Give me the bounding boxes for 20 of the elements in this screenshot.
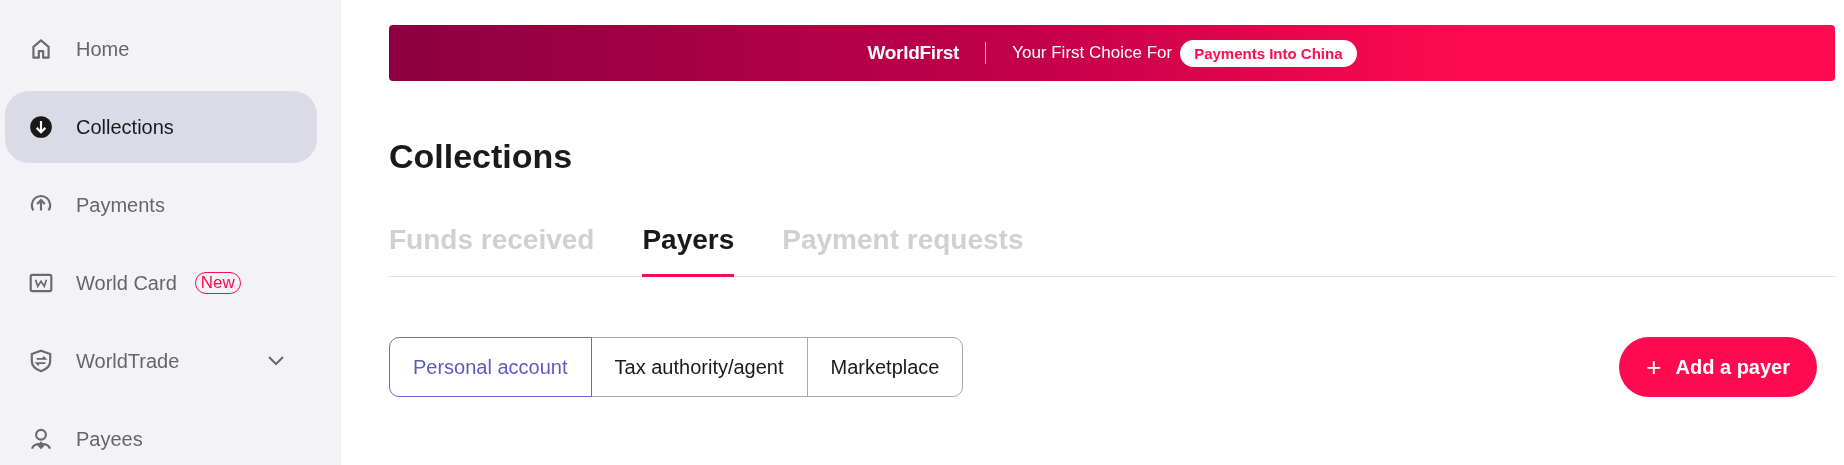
person-icon bbox=[28, 426, 54, 452]
banner-pill: Payments Into China bbox=[1180, 39, 1357, 67]
segment-option[interactable]: Personal account bbox=[389, 337, 592, 397]
sidebar-item[interactable]: Collections bbox=[5, 91, 317, 163]
banner-tagline: Your First Choice For bbox=[1012, 43, 1173, 63]
sidebar-item[interactable]: World Card New bbox=[5, 247, 317, 319]
download-circle-icon bbox=[28, 114, 54, 140]
sidebar-item[interactable]: WorldTrade bbox=[5, 325, 317, 397]
shield-icon bbox=[28, 348, 54, 374]
segment-option[interactable]: Marketplace bbox=[806, 337, 964, 397]
segment-option[interactable]: Tax authority/agent bbox=[590, 337, 808, 397]
logo: WorldFirst bbox=[867, 42, 960, 64]
add-payer-button[interactable]: + Add a payer bbox=[1619, 337, 1817, 397]
page-title: Collections bbox=[389, 136, 574, 176]
tab[interactable]: Payers bbox=[642, 223, 735, 277]
sidebar-item[interactable]: Payees bbox=[5, 403, 317, 465]
sidebar-item[interactable]: Home bbox=[5, 13, 317, 85]
sidebar-item[interactable]: Payments bbox=[5, 169, 317, 241]
promo-banner[interactable]: WorldFirst Your First Choice For Payments Into China bbox=[389, 25, 1835, 81]
chevron-down-icon[interactable] bbox=[267, 355, 285, 367]
